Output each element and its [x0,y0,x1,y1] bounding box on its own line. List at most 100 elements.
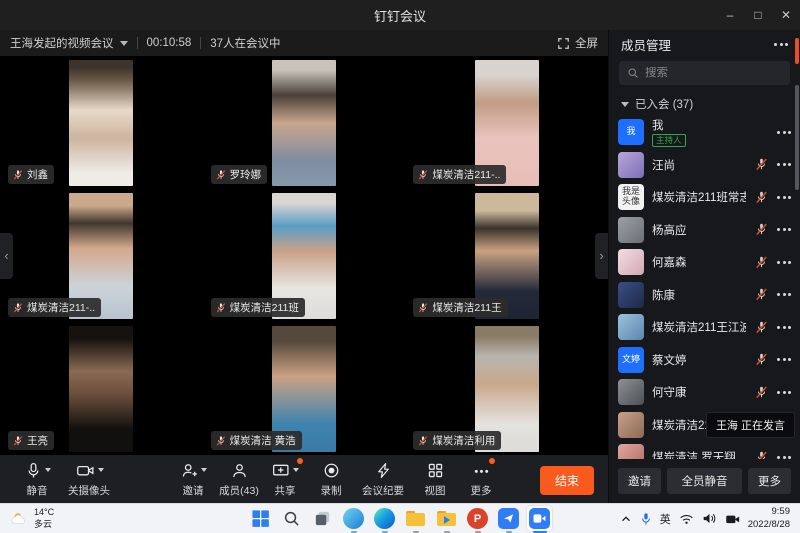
fullscreen-button[interactable]: 全屏 [557,35,598,51]
chevron-down-icon[interactable] [45,468,51,472]
members-button[interactable]: 成员(43) [216,460,262,498]
wifi-icon[interactable] [679,513,694,525]
chevron-down-icon[interactable] [201,468,207,472]
member-row[interactable]: 陈康 [609,279,800,312]
member-more-button[interactable] [777,228,791,231]
invite-footer-button[interactable]: 邀请 [618,468,661,494]
member-row[interactable]: 杨高应 [609,214,800,247]
camera-off-button[interactable]: 关摄像头 [60,460,118,498]
mic-muted-icon[interactable] [754,157,769,172]
meeting-main-area: 王海发起的视频会议 00:10:58 37人在会议中 全屏 ‹ › 刘鑫 [0,30,608,503]
member-more-button[interactable] [777,261,791,264]
member-row[interactable]: 何守康 [609,376,800,409]
mic-muted-icon[interactable] [754,287,769,302]
panel-more-button[interactable] [774,43,788,46]
mute-all-button[interactable]: 全员静音 [667,468,742,494]
camera-in-use-icon[interactable] [725,513,740,525]
member-more-button[interactable] [777,391,791,394]
close-button[interactable]: ✕ [772,0,800,30]
scrollbar-thumb-accent[interactable] [795,38,799,64]
mic-muted-icon[interactable] [754,450,769,459]
speaker-icon[interactable] [702,512,717,525]
weather-widget[interactable]: 14°C 多云 [10,507,54,530]
mic-muted-icon[interactable] [754,320,769,335]
joined-section-header[interactable]: 已入会 (37) [609,85,800,116]
video-cell[interactable]: 王亮 [0,322,203,455]
divider [137,37,138,49]
dingtalk-meeting-app[interactable] [527,506,552,531]
mic-muted-icon[interactable] [754,190,769,205]
member-row[interactable]: 汪尚 [609,149,800,182]
video-cell[interactable]: 煤炭清洁利用 [405,322,608,455]
system-tray: 英 9:59 2022/8/28 [620,506,790,531]
edge-shortcut[interactable] [372,506,397,531]
tray-microphone-icon[interactable] [640,512,652,526]
view-layout-button[interactable]: 视图 [412,460,458,498]
video-cell[interactable]: 罗玲娜 [203,56,406,189]
video-cell[interactable]: 煤炭清洁 黄浩 [203,322,406,455]
member-more-button[interactable] [777,163,791,166]
chevron-down-icon[interactable] [293,468,299,472]
windows-taskbar: 14°C 多云 [0,503,800,533]
powerpoint-shortcut[interactable]: P [465,506,490,531]
meeting-title[interactable]: 王海发起的视频会议 [10,35,114,51]
share-screen-button[interactable]: 共享 [262,460,308,498]
prev-page-arrow[interactable]: ‹ [0,233,13,279]
video-cell[interactable]: 煤炭清洁211班 [203,189,406,322]
scrollbar-thumb[interactable] [795,85,799,190]
member-row[interactable]: 我 我 主持人 [609,116,800,149]
member-row[interactable]: 何嘉森 [609,246,800,279]
record-button[interactable]: 录制 [308,460,354,498]
video-cell[interactable]: 煤炭清洁211王 [405,189,608,322]
chevron-up-icon[interactable] [620,513,632,525]
member-more-button[interactable] [777,196,791,199]
mic-muted-icon[interactable] [754,352,769,367]
member-search-box[interactable] [619,61,790,85]
maximize-button[interactable]: □ [744,0,772,30]
invite-button[interactable]: 邀请 [170,460,216,498]
mic-muted-icon[interactable] [754,222,769,237]
mic-muted-icon[interactable] [754,255,769,270]
edge-dev-shortcut[interactable] [341,506,366,531]
member-more-button[interactable] [777,456,791,459]
media-folder-shortcut[interactable] [434,506,459,531]
chevron-down-icon[interactable] [120,41,128,46]
member-avatar [618,412,644,438]
meeting-timer: 00:10:58 [147,37,192,49]
end-meeting-button[interactable]: 结束 [540,466,594,495]
video-cell[interactable]: 煤炭清洁211-.. [0,189,203,322]
member-more-button[interactable] [777,326,791,329]
mic-muted-icon[interactable] [754,385,769,400]
taskbar-search-button[interactable] [279,506,304,531]
chevron-down-icon[interactable] [98,468,104,472]
member-row[interactable]: 我是 头像 煤炭清洁211班常志源 [609,181,800,214]
member-more-button[interactable] [777,358,791,361]
search-input[interactable] [645,67,765,79]
member-row[interactable]: 煤炭清洁211-孔德 王海 正在发言 [609,409,800,442]
mute-button[interactable]: 静音 [14,460,60,498]
footer-more-button[interactable]: 更多 [748,468,791,494]
task-view-button[interactable] [310,506,335,531]
share-label: 共享 [275,483,296,498]
triangle-down-icon [621,102,629,107]
file-explorer-shortcut[interactable] [403,506,428,531]
meeting-minutes-button[interactable]: 会议纪要 [354,460,412,498]
more-button[interactable]: 更多 [458,460,504,498]
next-page-arrow[interactable]: › [595,233,608,279]
tray-date: 2022/8/28 [748,519,790,531]
input-language-button[interactable]: 英 [660,511,671,527]
video-name-label: 煤炭清洁利用 [413,431,501,450]
member-row[interactable]: 煤炭清洁211王江波 [609,311,800,344]
clock-widget[interactable]: 9:59 2022/8/28 [748,506,790,531]
video-cell[interactable]: 煤炭清洁211-.. [405,56,608,189]
minimize-button[interactable]: – [716,0,744,30]
messenger-shortcut[interactable] [496,506,521,531]
member-more-button[interactable] [777,131,791,134]
video-name-label: 煤炭清洁 黄浩 [211,431,302,450]
member-row[interactable]: 文婷 蔡文婷 [609,344,800,377]
member-row[interactable]: 煤炭清洁 罗天翔 [609,441,800,459]
video-cell[interactable]: 刘鑫 [0,56,203,189]
start-button[interactable] [248,506,273,531]
participant-name: 煤炭清洁211王 [432,300,501,315]
member-more-button[interactable] [777,293,791,296]
